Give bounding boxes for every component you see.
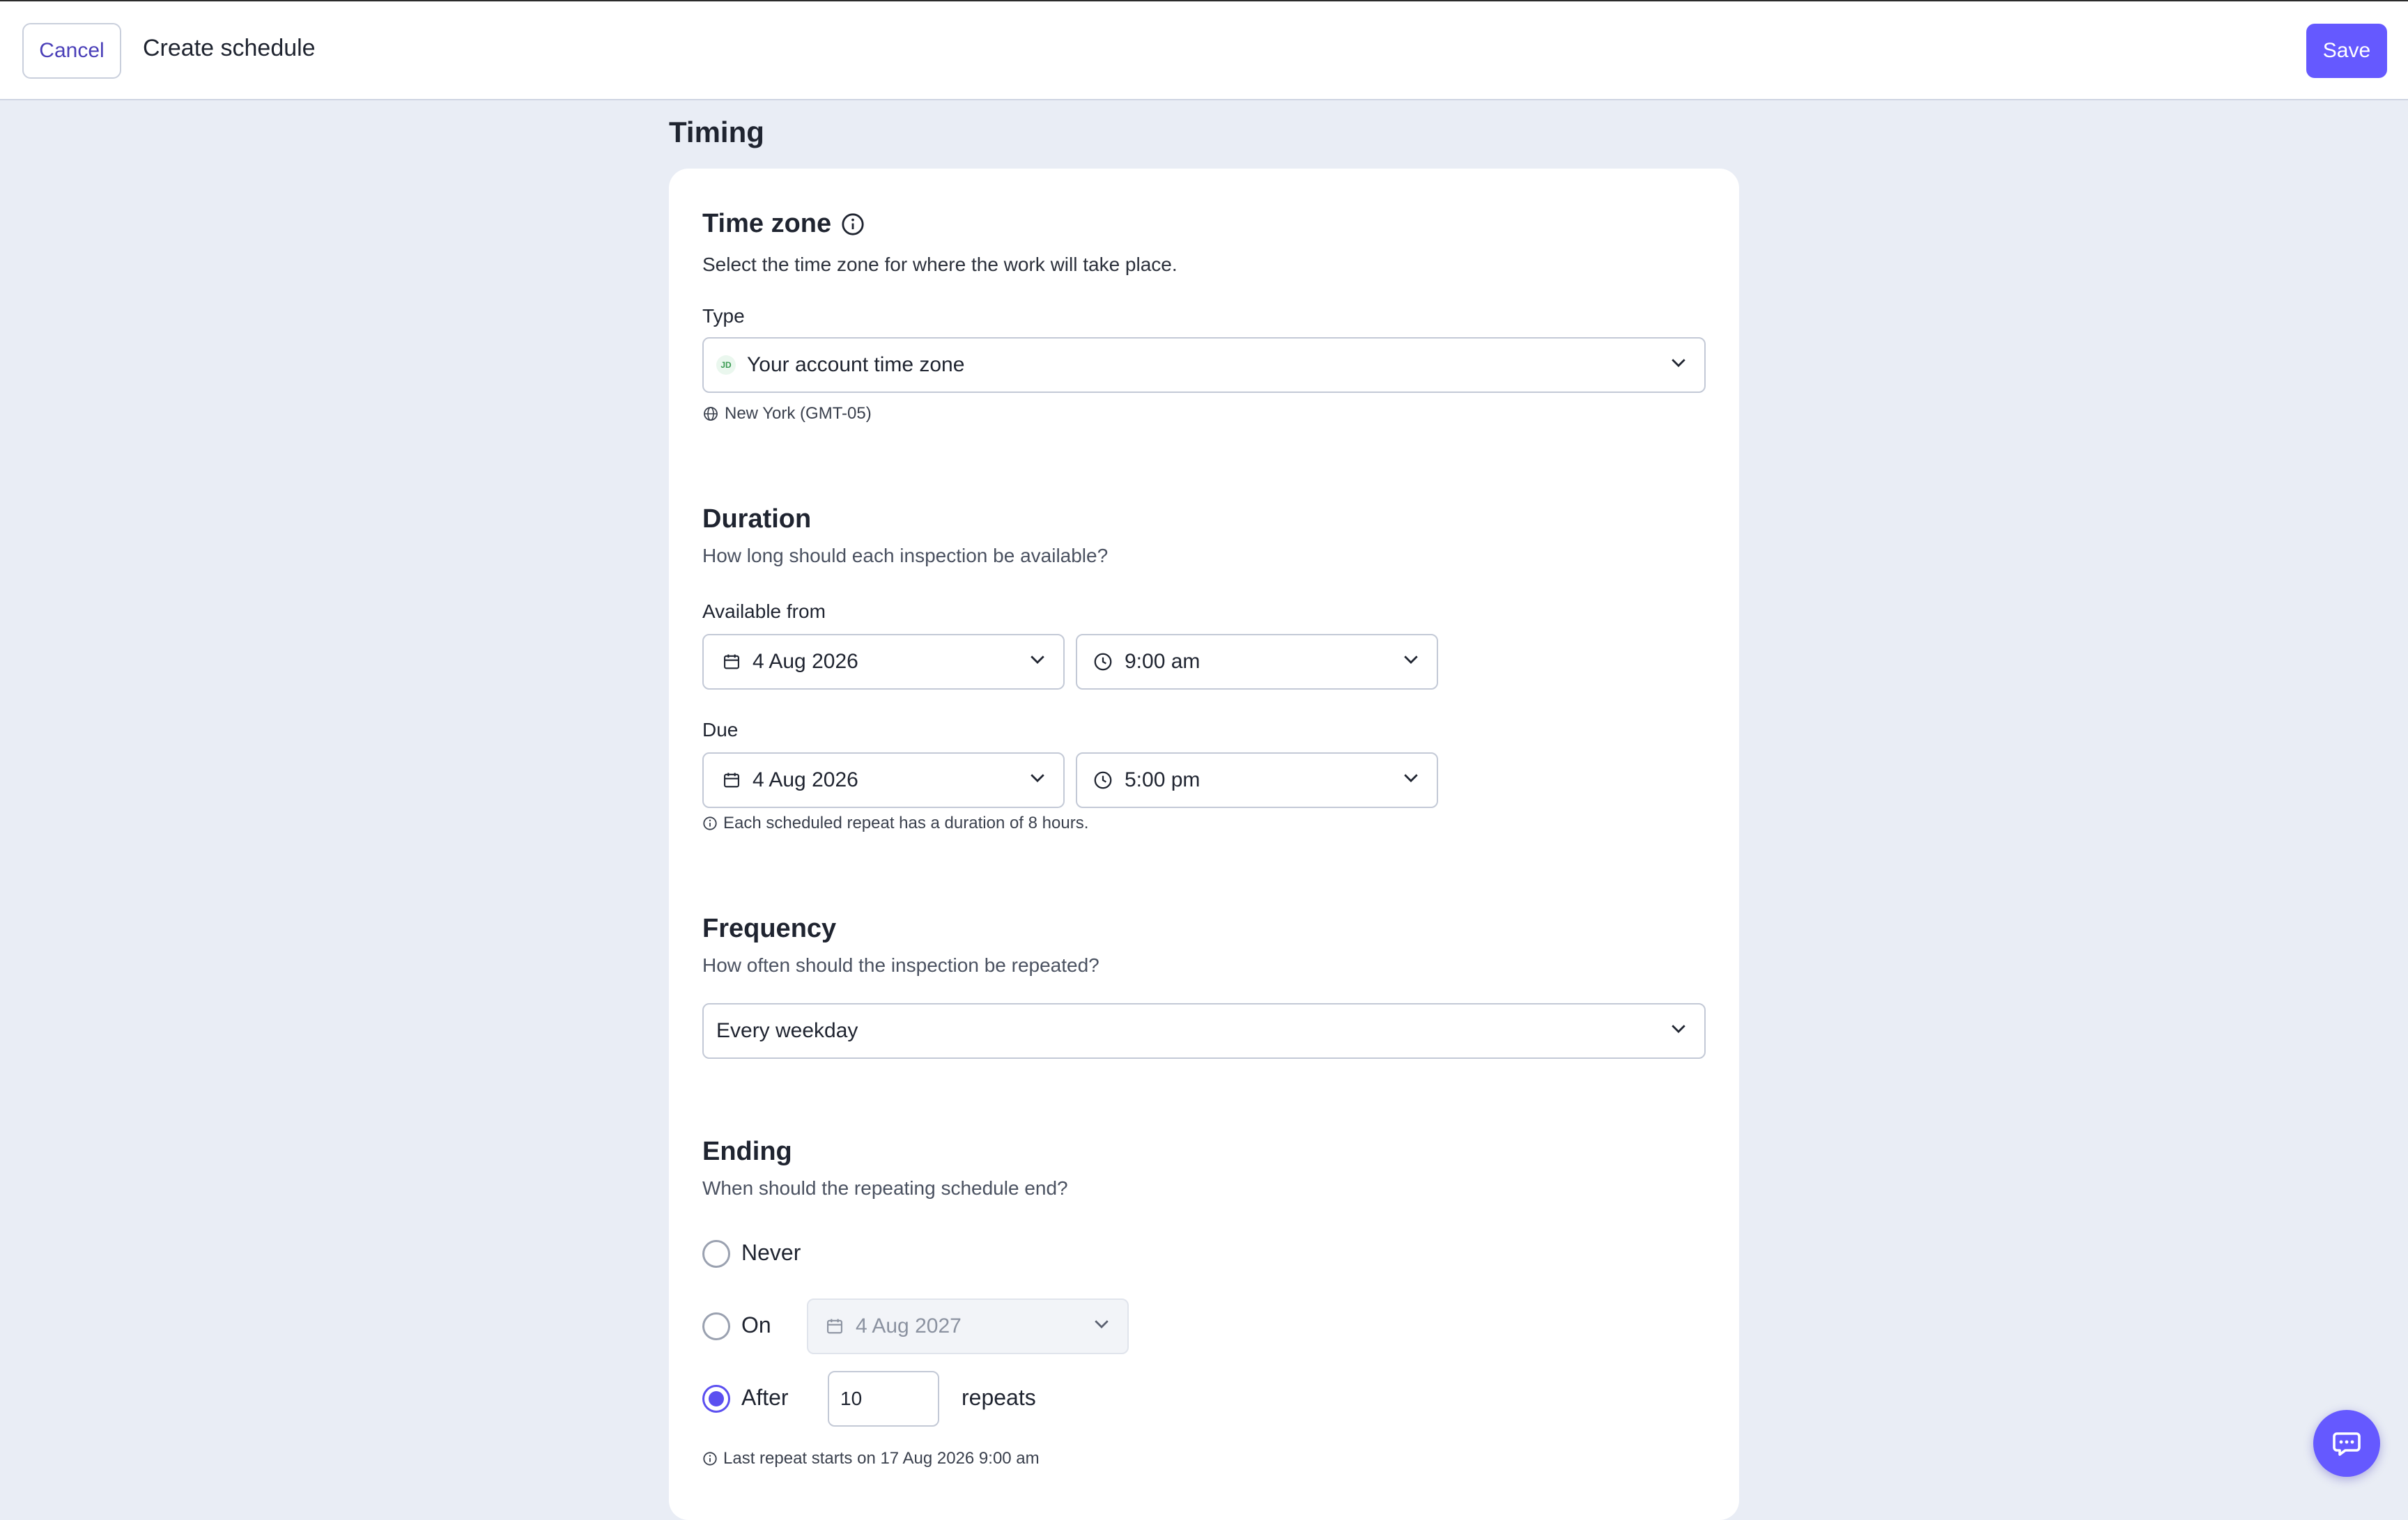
ending-help: Last repeat starts on 17 Aug 2026 9:00 a…: [702, 1449, 1040, 1468]
chevron-down-icon: [1668, 352, 1689, 378]
clock-icon: [1093, 651, 1113, 672]
timezone-title: Time zone: [702, 209, 832, 238]
available-from-date-select[interactable]: 4 Aug 2026: [702, 634, 1065, 690]
timezone-description: Select the time zone for where the work …: [702, 254, 1178, 275]
duration-help: Each scheduled repeat has a duration of …: [702, 814, 1088, 833]
avatar: JD: [716, 355, 736, 375]
cancel-button[interactable]: Cancel: [22, 23, 121, 79]
available-from-date-value: 4 Aug 2026: [752, 650, 858, 673]
chevron-down-icon: [1400, 767, 1421, 793]
info-icon[interactable]: [841, 212, 865, 236]
calendar-icon: [825, 1317, 844, 1336]
page-title: Create schedule: [143, 35, 316, 61]
ending-on-radio[interactable]: [702, 1312, 730, 1340]
chevron-down-icon: [1027, 649, 1048, 675]
duration-title: Duration: [702, 504, 812, 534]
chevron-down-icon: [1668, 1018, 1689, 1044]
chevron-down-icon: [1027, 767, 1048, 793]
ending-title: Ending: [702, 1137, 792, 1166]
chat-button[interactable]: [2313, 1410, 2380, 1477]
calendar-icon: [722, 770, 741, 790]
frequency-description: How often should the inspection be repea…: [702, 954, 1099, 976]
frequency-select[interactable]: Every weekday: [702, 1003, 1706, 1059]
clock-icon: [1093, 770, 1113, 791]
ending-help-text: Last repeat starts on 17 Aug 2026 9:00 a…: [723, 1449, 1040, 1468]
chevron-down-icon: [1091, 1313, 1112, 1340]
available-from-time-value: 9:00 am: [1125, 650, 1201, 673]
ending-never-radio[interactable]: [702, 1240, 730, 1268]
calendar-icon: [722, 652, 741, 672]
ending-after-label: After: [741, 1385, 789, 1410]
ending-after-count-input[interactable]: 10: [828, 1371, 939, 1427]
info-icon: [702, 1451, 718, 1466]
due-date-select[interactable]: 4 Aug 2026: [702, 752, 1065, 808]
ending-on-label: On: [741, 1312, 771, 1337]
ending-description: When should the repeating schedule end?: [702, 1177, 1068, 1199]
ending-never-label: Never: [741, 1240, 801, 1265]
due-date-value: 4 Aug 2026: [752, 768, 858, 791]
due-time-value: 5:00 pm: [1125, 768, 1201, 791]
frequency-title: Frequency: [702, 914, 837, 943]
chat-icon: [2330, 1427, 2363, 1460]
available-from-label: Available from: [702, 600, 826, 622]
type-label: Type: [702, 305, 745, 327]
due-label: Due: [702, 719, 739, 740]
timezone-heading: Time zone: [702, 209, 865, 239]
save-button[interactable]: Save: [2306, 24, 2387, 78]
section-title: Timing: [669, 116, 764, 148]
chevron-down-icon: [1400, 649, 1421, 675]
timing-card: Time zone Select the time zone for where…: [669, 169, 1739, 1520]
globe-icon: [702, 405, 719, 422]
ending-on-date-select[interactable]: 4 Aug 2027: [807, 1298, 1129, 1354]
info-icon: [702, 816, 718, 831]
ending-on-date-value: 4 Aug 2027: [856, 1315, 962, 1337]
timezone-location-text: New York (GMT-05): [725, 404, 872, 423]
duration-help-text: Each scheduled repeat has a duration of …: [723, 814, 1089, 832]
timezone-location: New York (GMT-05): [702, 404, 872, 424]
duration-description: How long should each inspection be avail…: [702, 545, 1109, 566]
ending-after-radio[interactable]: [702, 1385, 730, 1413]
repeats-label: repeats: [962, 1385, 1036, 1410]
timezone-type-value: Your account time zone: [747, 353, 965, 376]
available-from-time-select[interactable]: 9:00 am: [1076, 634, 1438, 690]
frequency-value: Every weekday: [716, 1019, 858, 1042]
due-time-select[interactable]: 5:00 pm: [1076, 752, 1438, 808]
top-bar: Cancel Create schedule Save: [0, 0, 2408, 100]
timezone-type-select[interactable]: JD Your account time zone: [702, 337, 1706, 393]
